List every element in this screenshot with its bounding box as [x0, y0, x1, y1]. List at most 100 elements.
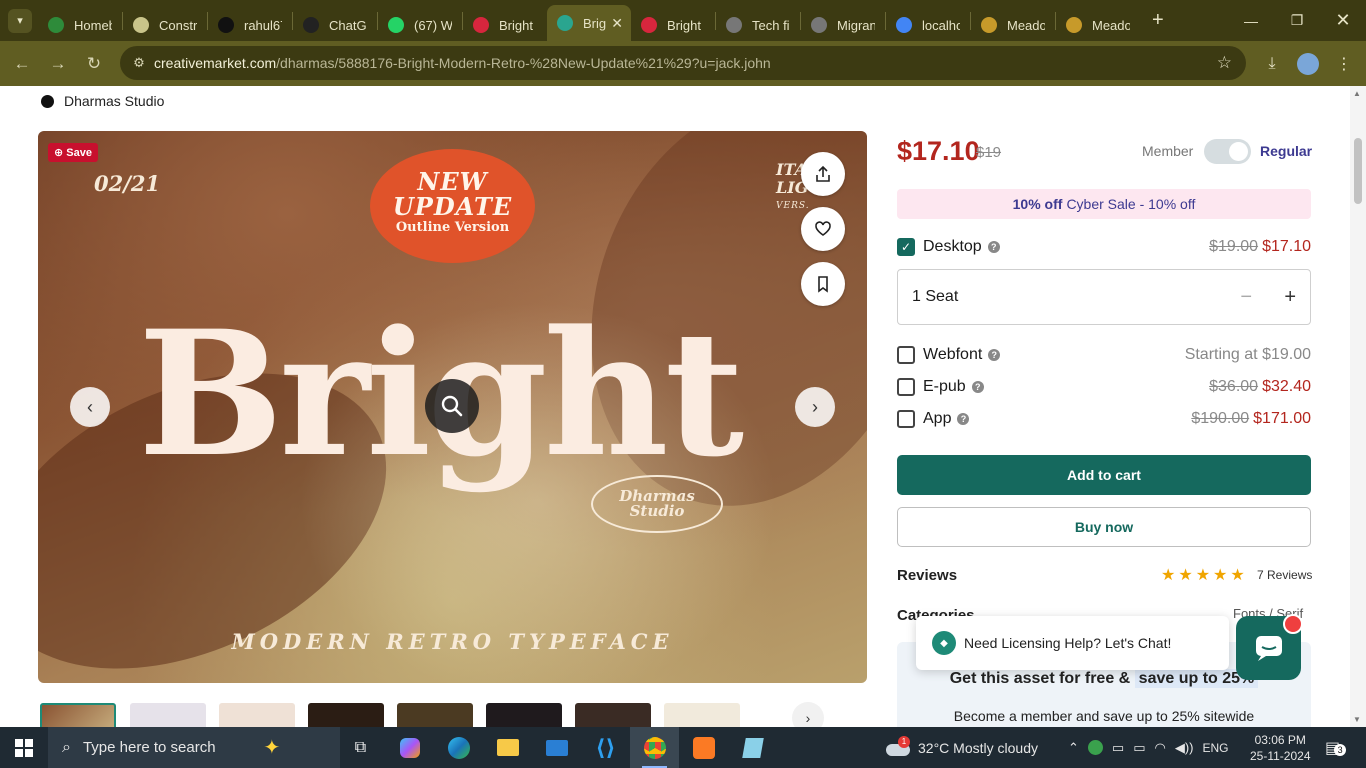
- browser-tab[interactable]: localho: [886, 9, 970, 41]
- back-button[interactable]: ←: [4, 46, 40, 82]
- studio-link[interactable]: Dharmas Studio: [41, 93, 164, 109]
- download-icon[interactable]: ⤓: [1254, 41, 1290, 86]
- help-icon[interactable]: ?: [987, 241, 1000, 253]
- app-checkbox[interactable]: [897, 410, 915, 428]
- scroll-up-icon[interactable]: ▲: [1353, 89, 1361, 98]
- browser-tab[interactable]: (67) Wh: [378, 9, 462, 41]
- page-scrollbar[interactable]: ▲ ▼: [1350, 86, 1366, 727]
- share-button[interactable]: [801, 152, 845, 196]
- vscode-icon[interactable]: ⟨⟩: [581, 727, 630, 768]
- epub-checkbox[interactable]: [897, 378, 915, 396]
- language-indicator[interactable]: ENG: [1203, 741, 1229, 755]
- close-tab-icon[interactable]: ✕: [611, 15, 623, 32]
- thumbnail[interactable]: [664, 703, 740, 727]
- browser-tab[interactable]: Meado: [971, 9, 1055, 41]
- scroll-down-icon[interactable]: ▼: [1353, 715, 1361, 724]
- notification-center-button[interactable]: ▤ 3: [1325, 727, 1347, 768]
- thumbnail[interactable]: [130, 703, 206, 727]
- clock-date: 25-11-2024: [1250, 748, 1311, 763]
- d-logo-icon: [473, 17, 489, 33]
- wifi-icon[interactable]: ◠: [1155, 740, 1166, 756]
- scrollbar-thumb[interactable]: [1354, 138, 1362, 204]
- sale-banner: 10% off Cyber Sale - 10% off: [897, 189, 1311, 219]
- help-icon[interactable]: ?: [957, 413, 970, 425]
- reviews-count-link[interactable]: 7 Reviews: [1257, 568, 1312, 582]
- promo-subtitle: Become a member and save up to 25% sitew…: [953, 708, 1255, 724]
- carousel-next-button[interactable]: ›: [795, 387, 835, 427]
- battery-icon[interactable]: ▭: [1133, 740, 1145, 756]
- tab-search-button[interactable]: ▾: [8, 8, 32, 33]
- like-button[interactable]: [801, 207, 845, 251]
- task-view-icon[interactable]: ⧉: [336, 727, 385, 768]
- tab-title: localho: [922, 17, 960, 33]
- browser-tab[interactable]: Tech fi: [716, 9, 800, 41]
- taskbar-search-box[interactable]: ⌕ Type here to search ✦: [48, 727, 340, 768]
- decrease-seat-button[interactable]: −: [1240, 286, 1252, 309]
- zoom-button[interactable]: [425, 379, 479, 433]
- profile-avatar[interactable]: [1290, 41, 1326, 86]
- member-label: Member: [1142, 143, 1194, 159]
- browser-tab[interactable]: rahul67: [208, 9, 292, 41]
- mail-icon[interactable]: [532, 727, 581, 768]
- copilot-icon[interactable]: [385, 727, 434, 768]
- add-to-cart-button[interactable]: Add to cart: [897, 455, 1311, 495]
- help-icon[interactable]: ?: [988, 349, 1001, 361]
- forward-button[interactable]: →: [40, 46, 76, 82]
- browser-tab[interactable]: Constr: [123, 9, 207, 41]
- windows-logo-icon: [15, 738, 33, 757]
- restore-button[interactable]: ❐: [1274, 0, 1320, 41]
- browser-menu-icon[interactable]: ⋮: [1326, 41, 1362, 86]
- volume-icon[interactable]: ◀)): [1175, 740, 1194, 756]
- edge-icon[interactable]: [434, 727, 483, 768]
- site-info-icon[interactable]: ⚙: [124, 55, 154, 71]
- desktop-checkbox[interactable]: ✓: [897, 238, 915, 256]
- heart-icon: [815, 221, 831, 236]
- current-price: $17.10: [897, 136, 980, 166]
- product-hero-image[interactable]: ⊕ Save 02/21 NEW UPDATE Outline Version …: [38, 131, 867, 683]
- app-tray-icon[interactable]: [1087, 740, 1103, 755]
- thumbnail[interactable]: [40, 703, 116, 727]
- thumbnail[interactable]: [308, 703, 384, 727]
- address-bar[interactable]: ⚙ creativemarket.com/dharmas/5888176-Bri…: [120, 46, 1246, 80]
- new-tab-button[interactable]: +: [1152, 9, 1164, 32]
- xampp-icon[interactable]: [679, 727, 728, 768]
- pinterest-save-button[interactable]: ⊕ Save: [48, 143, 98, 162]
- thumbnail[interactable]: [486, 703, 562, 727]
- chat-prompt-bubble[interactable]: ◆ Need Licensing Help? Let's Chat!: [916, 616, 1229, 670]
- carousel-prev-button[interactable]: ‹: [70, 387, 110, 427]
- thumbnail[interactable]: [397, 703, 473, 727]
- close-window-button[interactable]: ✕: [1320, 0, 1366, 41]
- thumbnail[interactable]: [219, 703, 295, 727]
- chrome-icon[interactable]: [630, 727, 679, 768]
- reload-button[interactable]: ↻: [76, 46, 112, 82]
- buy-now-button[interactable]: Buy now: [897, 507, 1311, 547]
- rating-stars[interactable]: ★★★★★: [1161, 565, 1248, 585]
- weather-widget[interactable]: 1 32°C Mostly cloudy: [886, 727, 1038, 768]
- member-regular-toggle[interactable]: [1204, 139, 1251, 164]
- webfont-checkbox[interactable]: [897, 346, 915, 364]
- increase-seat-button[interactable]: +: [1284, 286, 1296, 309]
- browser-tab[interactable]: Meado: [1056, 9, 1140, 41]
- tab-title: Tech fi: [752, 17, 790, 33]
- browser-tab[interactable]: Homeb: [38, 9, 122, 41]
- clock[interactable]: 03:06 PM 25-11-2024: [1250, 727, 1311, 768]
- bookmark-button[interactable]: [801, 262, 845, 306]
- minimize-button[interactable]: —: [1228, 0, 1274, 41]
- browser-tab[interactable]: Brig ✕: [547, 5, 631, 41]
- thumbnails-next-button[interactable]: ›: [792, 702, 824, 727]
- seat-quantity-selector[interactable]: 1 Seat − +: [897, 269, 1311, 325]
- meet-now-icon[interactable]: ▭: [1112, 740, 1124, 756]
- thumbnail[interactable]: [575, 703, 651, 727]
- bookmark-star-icon[interactable]: ☆: [1217, 53, 1232, 73]
- show-hidden-icons-chevron-icon[interactable]: ⌃: [1068, 740, 1079, 756]
- browser-tab[interactable]: Migran: [801, 9, 885, 41]
- notes-app-icon[interactable]: [728, 727, 777, 768]
- browser-tab[interactable]: Bright: [463, 9, 547, 41]
- file-explorer-icon[interactable]: [483, 727, 532, 768]
- start-button[interactable]: [0, 727, 48, 768]
- browser-tab[interactable]: ChatGP: [293, 9, 377, 41]
- tab-title: Meado: [1092, 17, 1130, 33]
- browser-tab[interactable]: Bright: [631, 9, 715, 41]
- help-icon[interactable]: ?: [971, 381, 984, 393]
- star-icon: ★: [1161, 567, 1179, 584]
